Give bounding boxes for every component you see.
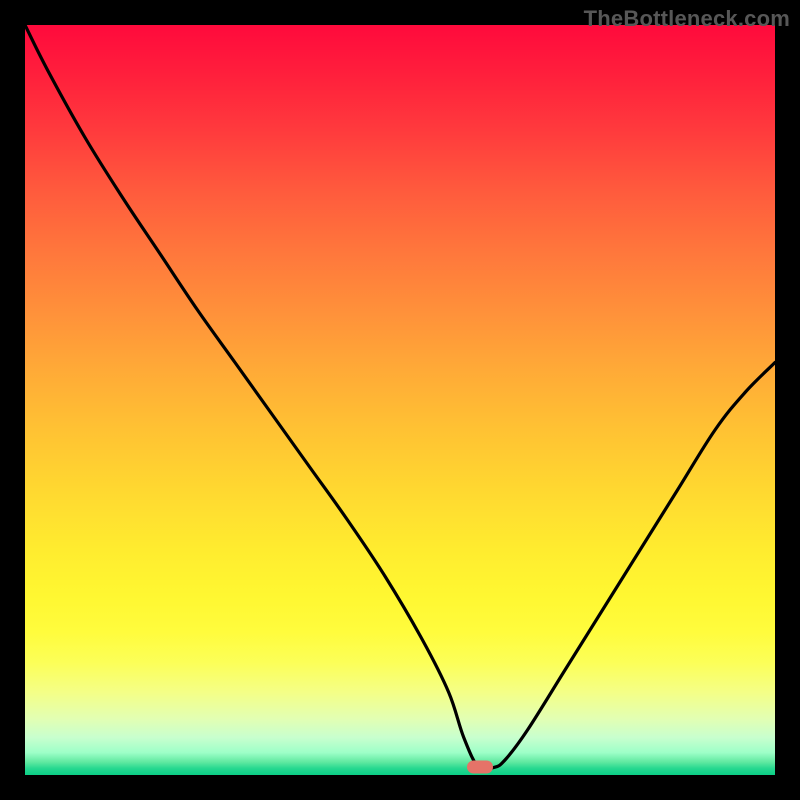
- watermark-text: TheBottleneck.com: [584, 6, 790, 32]
- plot-area: [25, 25, 775, 775]
- bottleneck-curve: [25, 25, 775, 775]
- chart-frame: TheBottleneck.com: [0, 0, 800, 800]
- minimum-marker: [467, 761, 493, 774]
